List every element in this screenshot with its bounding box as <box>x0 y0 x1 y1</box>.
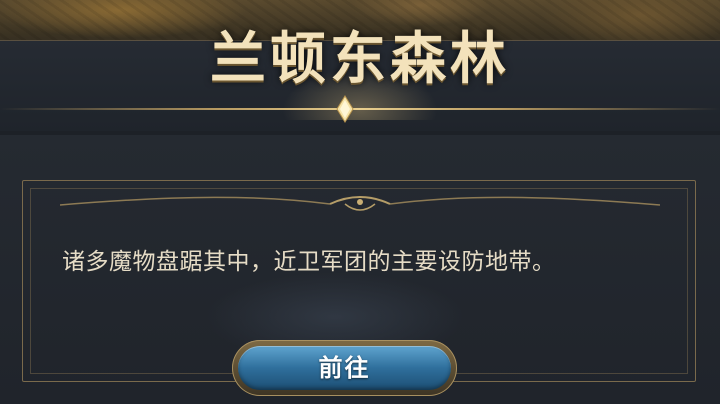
location-dialog: 兰顿东森林 诸多魔物盘踞其中，近卫军团的主要设防地带。 前往 <box>0 0 720 404</box>
location-description: 诸多魔物盘踞其中，近卫军团的主要设防地带。 <box>62 249 556 275</box>
location-title: 兰顿东森林 <box>210 26 510 92</box>
go-button[interactable]: 前往 <box>232 340 457 396</box>
go-button-label: 前往 <box>318 354 371 382</box>
banner-divider <box>0 108 720 110</box>
frame-ornament <box>60 196 660 211</box>
diamond-gem-icon <box>336 95 354 123</box>
